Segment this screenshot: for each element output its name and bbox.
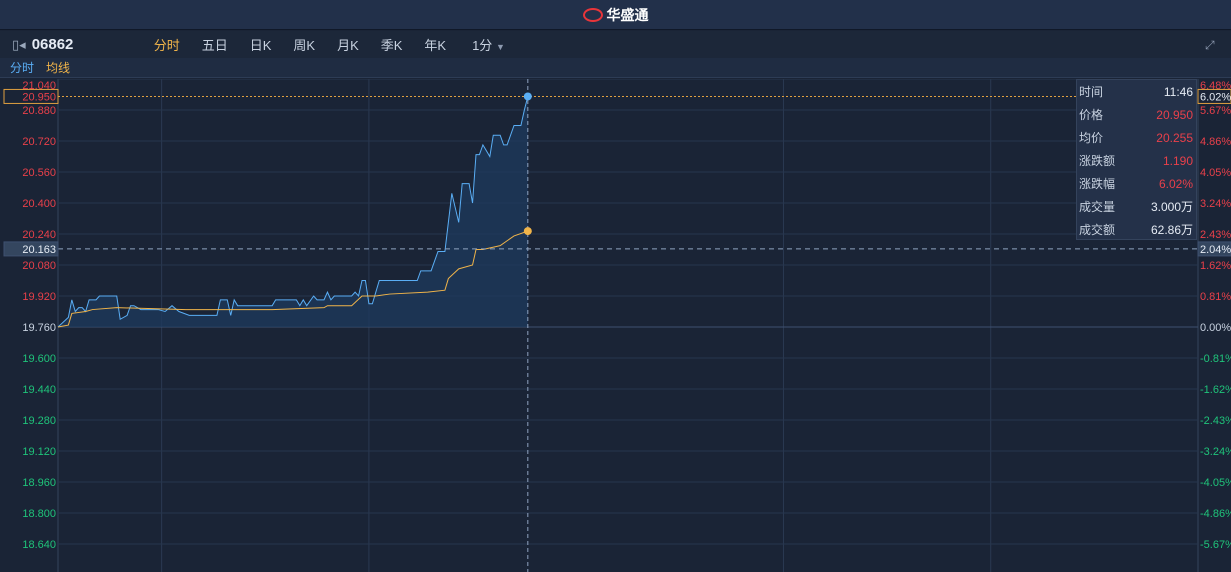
pct-tick-label: -1.62% xyxy=(1200,384,1231,396)
pct-tick-label: 4.05% xyxy=(1200,167,1231,179)
info-row: 成交额 62.86万 xyxy=(1077,218,1196,241)
pct-tick-label: 5.67% xyxy=(1200,105,1231,117)
info-row: 均价 20.255 xyxy=(1077,126,1196,149)
y-tick-label: 20.400 xyxy=(22,198,56,210)
axis-highlight-label: 20.163 xyxy=(22,244,56,256)
pct-tick-label: -3.24% xyxy=(1200,446,1231,458)
info-label: 时间 xyxy=(1079,85,1104,99)
info-label: 价格 xyxy=(1079,108,1104,122)
title-bar: 华盛通 xyxy=(0,0,1231,30)
info-label: 涨跌幅 xyxy=(1079,177,1116,191)
pct-tick-label: -2.43% xyxy=(1200,415,1231,427)
pct-tick-label: 4.86% xyxy=(1200,136,1231,148)
y-tick-label: 18.800 xyxy=(22,508,56,520)
tab-2[interactable]: 日K xyxy=(250,35,272,54)
info-row: 涨跌额 1.190 xyxy=(1077,149,1196,172)
tab-1[interactable]: 五日 xyxy=(202,35,228,54)
info-label: 成交额 xyxy=(1079,223,1116,237)
info-value: 20.950 xyxy=(1156,107,1193,122)
collapse-icon[interactable]: ▯◂ xyxy=(12,37,26,53)
pct-tick-label: 1.62% xyxy=(1200,260,1231,272)
info-label: 涨跌额 xyxy=(1079,154,1116,168)
chevron-down-icon: ▼ xyxy=(495,42,505,52)
y-tick-label: 20.240 xyxy=(22,229,56,241)
axis-highlight-label: 2.04% xyxy=(1200,244,1231,256)
info-panel: 时间 11:46 价格 20.950 均价 20.255 涨跌额 1.190 涨跌幅 6.02% 成… xyxy=(1076,79,1197,240)
info-value: 62.86万 xyxy=(1150,223,1193,237)
y-tick-label: 19.120 xyxy=(22,446,56,458)
interval-select[interactable]: 1分 ▼ xyxy=(472,35,505,54)
y-tick-label: 18.640 xyxy=(22,539,56,551)
pct-tick-label: -5.67% xyxy=(1200,539,1231,551)
pct-tick-label: -4.86% xyxy=(1200,508,1231,520)
app-logo: 华盛通 xyxy=(582,5,649,25)
y-tick-label: 20.720 xyxy=(22,136,56,148)
pct-tick-label: 3.24% xyxy=(1200,198,1231,210)
y-tick-label: 18.960 xyxy=(22,477,56,489)
tab-3[interactable]: 周K xyxy=(293,35,315,54)
info-row: 涨跌幅 6.02% xyxy=(1077,172,1196,195)
y-tick-label: 19.440 xyxy=(22,384,56,396)
info-value: 1.190 xyxy=(1162,153,1193,168)
tab-4[interactable]: 月K xyxy=(337,35,359,54)
y-tick-label: 19.760 xyxy=(22,322,56,334)
axis-highlight-label: 6.02% xyxy=(1200,91,1231,103)
y-tick-label: 19.600 xyxy=(22,353,56,365)
axis-highlight-label: 20.950 xyxy=(22,91,56,103)
tab-6[interactable]: 年K xyxy=(424,35,446,54)
fullscreen-icon[interactable]: ⤢ xyxy=(1205,38,1215,53)
y-tick-label: 20.880 xyxy=(22,105,56,117)
legend-avg: 均线 xyxy=(46,61,71,75)
legend-bar: 分时 均线 xyxy=(0,58,1231,78)
interval-label: 1分 xyxy=(472,38,493,53)
logo-text: 华盛通 xyxy=(606,6,649,23)
logo-icon xyxy=(582,7,603,22)
info-row: 成交量 3.000万 xyxy=(1077,195,1196,218)
legend-price: 分时 xyxy=(10,61,35,75)
avg-point xyxy=(523,227,532,236)
stock-code: 06862 xyxy=(31,36,74,53)
pct-tick-label: -4.05% xyxy=(1200,477,1231,489)
info-row: 时间 11:46 xyxy=(1077,80,1196,103)
pct-tick-label: 0.81% xyxy=(1200,291,1231,303)
y-tick-label: 20.560 xyxy=(22,167,56,179)
pct-tick-label: 0.00% xyxy=(1200,322,1231,334)
info-row: 价格 20.950 xyxy=(1077,103,1196,126)
info-value: 6.02% xyxy=(1158,176,1193,191)
info-value: 3.000万 xyxy=(1150,200,1193,214)
price-point xyxy=(523,92,532,101)
y-tick-label: 19.280 xyxy=(22,415,56,427)
intraday-chart[interactable]: 21.040 6.48%20.880 5.67%20.720 4.86%20.560 4… xyxy=(0,79,1231,572)
y-tick-label: 20.080 xyxy=(22,260,56,272)
tab-5[interactable]: 季K xyxy=(381,35,403,54)
tab-0[interactable]: 分时 xyxy=(154,35,180,54)
info-value: 20.255 xyxy=(1156,130,1193,145)
pct-tick-label: 2.43% xyxy=(1200,229,1231,241)
info-label: 均价 xyxy=(1079,131,1104,145)
info-value: 11:46 xyxy=(1163,84,1193,99)
y-tick-label: 19.920 xyxy=(22,291,56,303)
toolbar: ▯◂ 06862 分时 五日 日K 周K 月K 季K 年K 1分 ▼ xyxy=(0,31,1231,58)
info-label: 成交量 xyxy=(1079,200,1116,214)
pct-tick-label: -0.81% xyxy=(1200,353,1231,365)
price-area xyxy=(58,96,528,327)
